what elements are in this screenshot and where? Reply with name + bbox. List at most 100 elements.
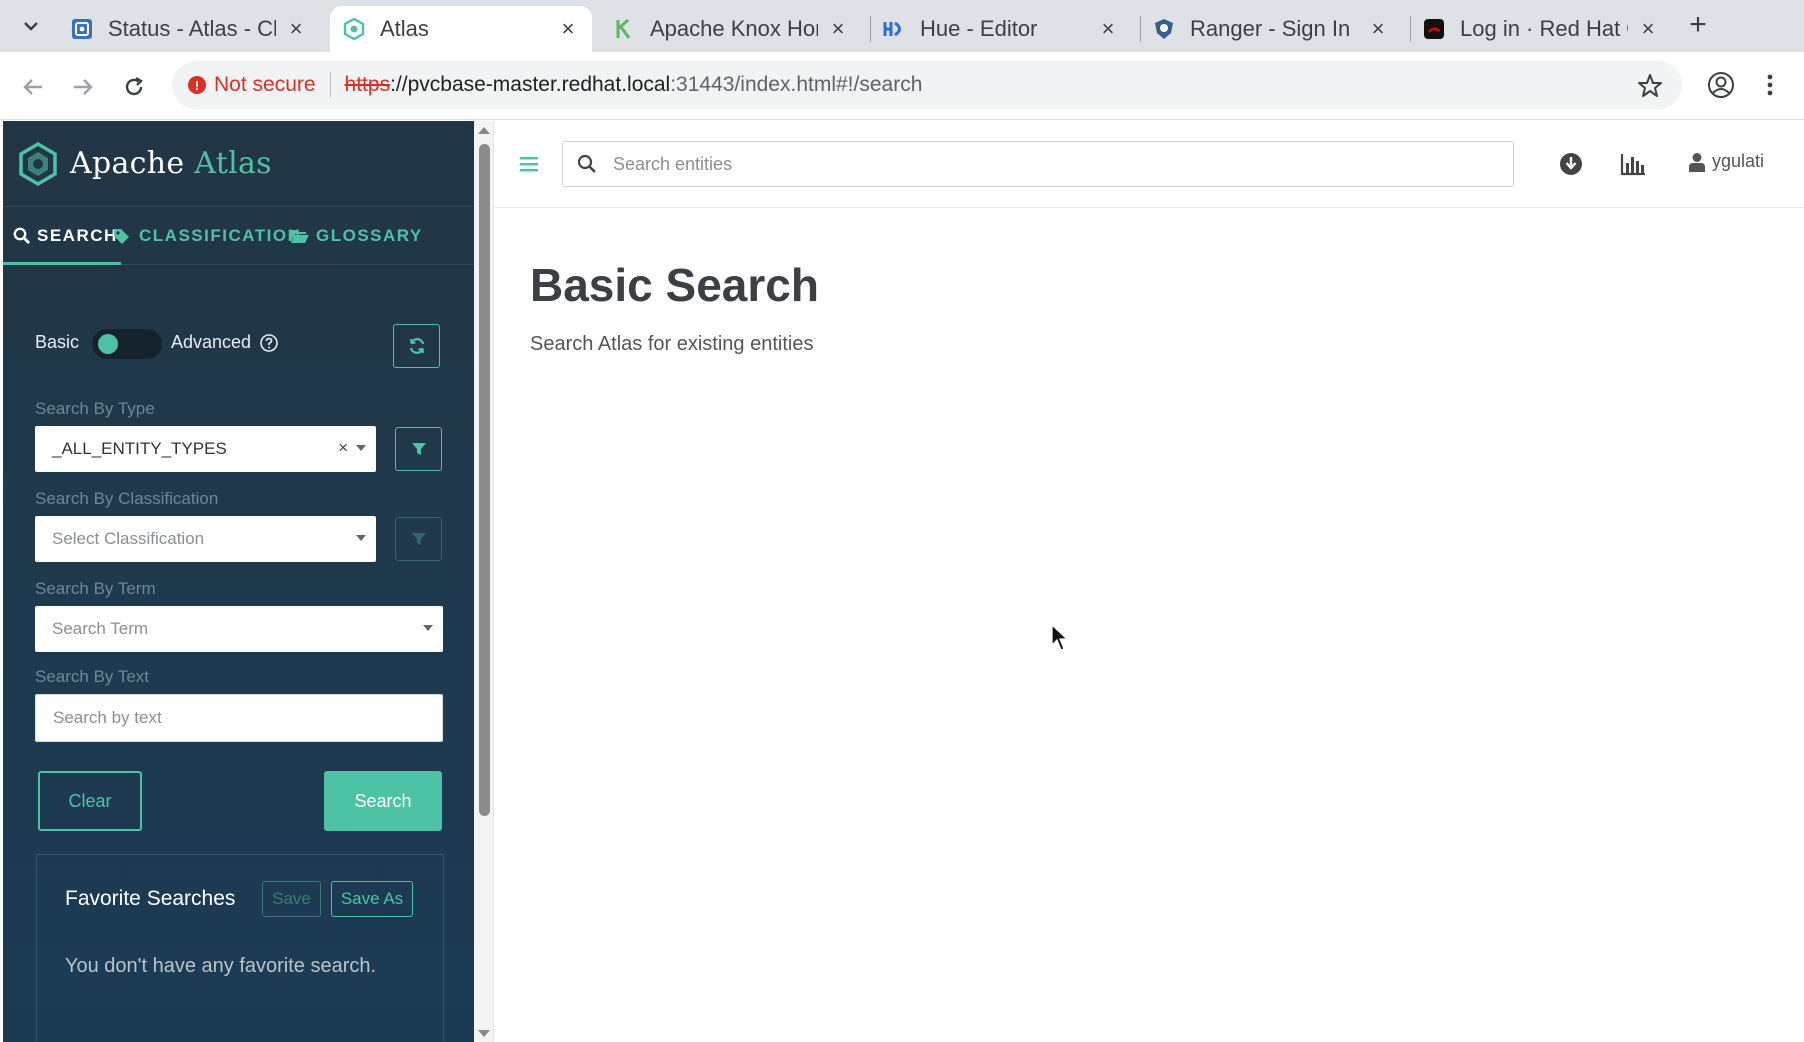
favorite-save-button[interactable]: Save bbox=[262, 881, 321, 917]
advanced-mode-label: Advanced bbox=[171, 332, 252, 352]
atlas-logo-text: Apache Atlas bbox=[70, 146, 272, 181]
page-subtitle: Search Atlas for existing entities bbox=[530, 333, 814, 355]
classification-select[interactable]: Select Classification bbox=[35, 516, 376, 562]
scroll-down-arrow-icon[interactable] bbox=[478, 1030, 490, 1037]
filter-icon bbox=[411, 533, 426, 545]
profile-icon[interactable] bbox=[1706, 70, 1736, 100]
tab-search-menu-button[interactable] bbox=[14, 12, 48, 40]
active-tab-indicator bbox=[3, 262, 121, 265]
security-status[interactable]: Not secure bbox=[214, 73, 316, 97]
clear-selection-icon[interactable]: × bbox=[338, 438, 348, 458]
browser-tab-knox[interactable]: Apache Knox Hom × bbox=[600, 6, 862, 52]
tab-close-icon[interactable]: × bbox=[1366, 16, 1390, 41]
scrollbar-thumb[interactable] bbox=[479, 144, 490, 816]
favorites-empty-message: You don't have any favorite search. bbox=[65, 955, 377, 977]
back-arrow-icon bbox=[23, 79, 42, 95]
search-icon bbox=[577, 154, 596, 173]
tab-glossary[interactable]: GLOSSARY bbox=[290, 207, 423, 265]
entity-type-value: _ALL_ENTITY_TYPES bbox=[52, 439, 227, 458]
refresh-button[interactable] bbox=[393, 324, 440, 368]
classification-placeholder: Select Classification bbox=[52, 529, 205, 548]
forward-arrow-icon bbox=[74, 79, 93, 95]
term-select[interactable]: Search Term bbox=[35, 606, 443, 652]
question-circle-icon[interactable] bbox=[259, 333, 279, 353]
menu-toggle-icon[interactable] bbox=[518, 155, 540, 173]
browser-toolbar: ! Not secure https://pvcbase-master.redh… bbox=[0, 52, 1804, 120]
browser-menu-icon[interactable] bbox=[1760, 70, 1780, 100]
browser-tab-hue[interactable]: Hue - Editor × bbox=[870, 6, 1132, 52]
back-button[interactable] bbox=[18, 72, 48, 102]
bookmark-star-icon[interactable] bbox=[1636, 72, 1664, 100]
divider bbox=[329, 72, 331, 98]
caret-down-icon bbox=[356, 445, 366, 451]
basic-mode-label: Basic bbox=[35, 332, 80, 352]
search-by-term-label: Search By Term bbox=[35, 579, 156, 598]
tab-search[interactable]: SEARCH bbox=[13, 207, 118, 265]
favorite-save-as-button[interactable]: Save As bbox=[331, 881, 413, 917]
user-menu[interactable]: ygulati bbox=[1688, 151, 1764, 172]
search-button[interactable]: Search bbox=[324, 771, 442, 831]
sidebar-tabs: SEARCH CLASSIFICATION GLOSSARY bbox=[3, 207, 474, 265]
statistics-bar-chart-icon[interactable] bbox=[1620, 151, 1646, 177]
tab-title: Status - Atlas - Clo bbox=[108, 16, 276, 41]
browser-tab-ranger[interactable]: Ranger - Sign In × bbox=[1140, 6, 1402, 52]
tab-title: Hue - Editor bbox=[920, 16, 1038, 41]
cloudera-status-favicon-icon bbox=[70, 17, 94, 41]
search-text-input[interactable]: Search by text bbox=[35, 694, 443, 742]
reload-button[interactable] bbox=[119, 72, 149, 102]
tab-close-icon[interactable]: × bbox=[826, 16, 850, 41]
scroll-up-arrow-icon[interactable] bbox=[478, 127, 490, 134]
tab-title: Log in · Red Hat O bbox=[1460, 16, 1628, 41]
clear-button[interactable]: Clear bbox=[38, 771, 142, 831]
tab-title: Ranger - Sign In bbox=[1190, 16, 1351, 41]
browser-tab-status-atlas[interactable]: Status - Atlas - Clo × bbox=[58, 6, 320, 52]
tab-close-icon[interactable]: × bbox=[284, 16, 308, 41]
tab-close-icon[interactable]: × bbox=[556, 16, 580, 41]
search-text-placeholder: Search by text bbox=[53, 708, 162, 727]
atlas-logo[interactable]: Apache Atlas bbox=[3, 121, 474, 207]
browser-tab-bar: Status - Atlas - Clo × Atlas × Apache Kn… bbox=[0, 0, 1804, 52]
term-placeholder: Search Term bbox=[52, 619, 149, 638]
mouse-cursor-icon bbox=[1051, 624, 1069, 652]
redhat-favicon-icon bbox=[1422, 17, 1446, 41]
favorite-searches-panel: Favorite Searches Save Save As You don't… bbox=[36, 854, 444, 1042]
not-secure-icon: ! bbox=[188, 76, 206, 94]
toggle-knob bbox=[98, 334, 118, 354]
caret-down-icon bbox=[423, 625, 433, 631]
tab-close-icon[interactable]: × bbox=[1636, 16, 1660, 41]
tab-close-icon[interactable]: × bbox=[1096, 16, 1120, 41]
atlas-sidebar: Apache Atlas SEARCH CLASSIFICATION GLOSS… bbox=[3, 121, 474, 1042]
tags-icon bbox=[114, 229, 129, 244]
download-icon[interactable] bbox=[1558, 151, 1584, 177]
user-icon bbox=[1689, 152, 1705, 172]
address-bar[interactable]: ! Not secure https://pvcbase-master.redh… bbox=[172, 61, 1682, 109]
forward-button[interactable] bbox=[68, 72, 98, 102]
ranger-favicon-icon bbox=[1152, 17, 1176, 41]
page-title: Basic Search bbox=[530, 259, 819, 311]
classification-filter-button[interactable] bbox=[395, 517, 442, 561]
tab-title: Atlas bbox=[380, 16, 429, 41]
chevron-down-icon bbox=[24, 22, 38, 31]
browser-tab-redhat[interactable]: Log in · Red Hat O × bbox=[1410, 6, 1672, 52]
basic-advanced-toggle[interactable] bbox=[92, 329, 162, 359]
atlas-favicon-icon bbox=[342, 17, 366, 41]
global-entity-search[interactable]: Search entities bbox=[562, 141, 1514, 187]
search-by-type-label: Search By Type bbox=[35, 399, 155, 418]
search-by-classification-label: Search By Classification bbox=[35, 489, 219, 508]
tab-classification[interactable]: CLASSIFICATION bbox=[113, 207, 301, 265]
browser-tab-atlas[interactable]: Atlas × bbox=[330, 6, 592, 52]
search-by-text-label: Search By Text bbox=[35, 667, 150, 686]
folder-open-icon bbox=[291, 230, 309, 243]
url-scheme: https bbox=[344, 73, 391, 96]
type-filter-button[interactable] bbox=[395, 427, 442, 471]
tab-glossary-label: GLOSSARY bbox=[316, 226, 423, 245]
atlas-logo-icon bbox=[19, 141, 57, 186]
url-path: :31443/index.html#!/search bbox=[670, 73, 923, 96]
hue-favicon-icon bbox=[882, 17, 906, 41]
entity-type-select[interactable]: _ALL_ENTITY_TYPES × bbox=[35, 426, 376, 472]
favorite-searches-title: Favorite Searches bbox=[65, 887, 236, 910]
tab-classification-label: CLASSIFICATION bbox=[139, 226, 302, 245]
tab-title: Apache Knox Hom bbox=[650, 16, 818, 41]
new-tab-button[interactable]: + bbox=[1682, 10, 1714, 40]
reload-icon bbox=[125, 76, 143, 96]
